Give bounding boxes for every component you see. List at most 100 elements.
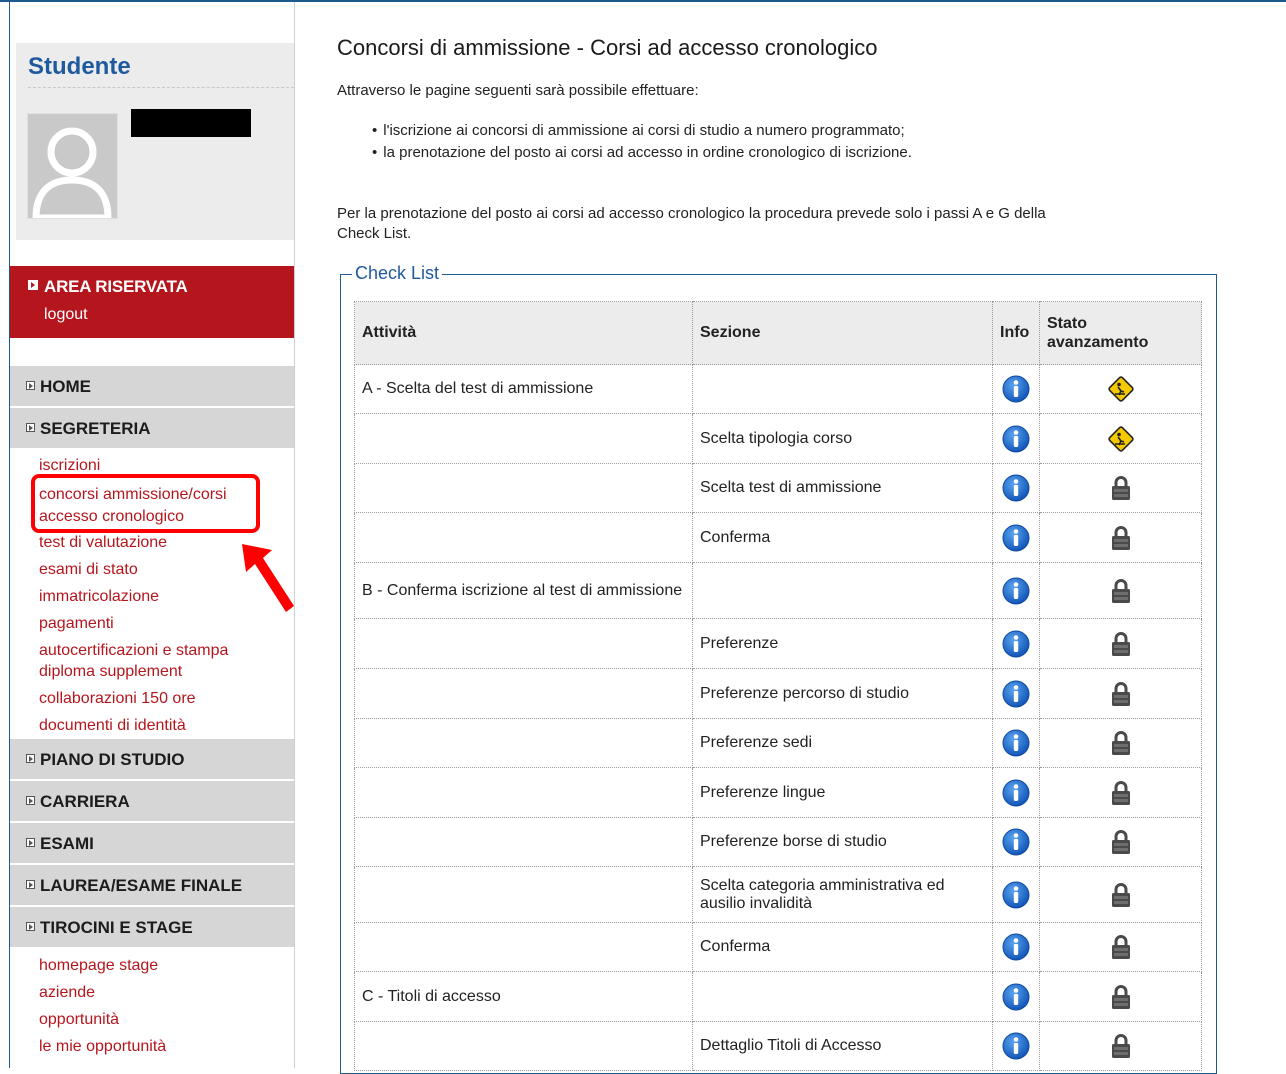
info-icon[interactable] (1002, 524, 1030, 552)
cell-info[interactable] (992, 767, 1040, 818)
info-icon[interactable] (1002, 881, 1030, 909)
menu-esami-label: ESAMI (40, 834, 94, 853)
cell-info[interactable] (992, 512, 1040, 563)
procedure-note: Per la prenotazione del posto ai corsi a… (337, 204, 1197, 244)
info-icon[interactable] (1002, 680, 1030, 708)
link-collaborazioni[interactable]: collaborazioni 150 ore (39, 688, 196, 709)
table-row: A - Scelta del test di ammissione (354, 364, 1202, 414)
link-aziende[interactable]: aziende (39, 982, 95, 1003)
cell-stato (1039, 971, 1202, 1022)
menu-segreteria-label: SEGRETERIA (40, 419, 151, 438)
link-esami-stato[interactable]: esami di stato (39, 559, 138, 580)
procedure-note-line: Per la prenotazione del posto ai corsi a… (337, 205, 1046, 222)
cell-stato (1039, 668, 1202, 719)
info-icon[interactable] (1002, 983, 1030, 1011)
cell-info[interactable] (992, 364, 1040, 414)
table-row: Scelta tipologia corso (354, 413, 1202, 464)
in-progress-icon (1107, 376, 1134, 402)
info-icon[interactable] (1002, 425, 1030, 453)
link-opportunita[interactable]: opportunità (39, 1009, 119, 1030)
info-icon[interactable] (1002, 1032, 1030, 1060)
header-stato: Stato avanzamento (1039, 301, 1202, 365)
info-icon[interactable] (1002, 577, 1030, 605)
cell-attivita (354, 1021, 693, 1071)
cell-info[interactable] (992, 971, 1040, 1022)
info-icon[interactable] (1002, 630, 1030, 658)
bullet-item: la prenotazione del posto ai corsi ad ac… (372, 142, 912, 164)
cell-attivita (354, 922, 693, 972)
link-pagamenti[interactable]: pagamenti (39, 613, 114, 634)
info-icon[interactable] (1002, 375, 1030, 403)
cell-sezione: Preferenze percorso di studio (692, 668, 993, 719)
menu-esami[interactable]: ESAMI (10, 823, 294, 864)
in-progress-icon (1107, 425, 1134, 452)
checklist-table: Attività Sezione Info Stato avanzamento … (354, 301, 1202, 1071)
cell-attivita (354, 463, 693, 513)
bullet-item: l'iscrizione ai concorsi di ammissione a… (372, 120, 912, 142)
cell-info[interactable] (992, 562, 1040, 619)
lock-icon (1111, 935, 1130, 959)
procedure-note-line: Check List. (337, 225, 412, 242)
lock-icon (1111, 578, 1130, 603)
table-row: Preferenze lingue (354, 767, 1202, 818)
cell-info[interactable] (992, 922, 1040, 972)
cell-sezione (692, 971, 993, 1022)
cell-stato (1039, 413, 1202, 464)
cell-stato (1039, 364, 1202, 414)
link-homepage-stage[interactable]: homepage stage (39, 955, 158, 976)
link-autocertificazioni[interactable]: autocertificazioni e stampa (39, 640, 228, 661)
link-iscrizioni[interactable]: iscrizioni (39, 455, 100, 476)
expand-icon (26, 754, 35, 763)
cell-info[interactable] (992, 413, 1040, 464)
cell-info[interactable] (992, 1021, 1040, 1071)
cell-info[interactable] (992, 668, 1040, 719)
bullet-list: l'iscrizione ai concorsi di ammissione a… (372, 120, 912, 164)
cell-attivita (354, 866, 693, 923)
info-icon[interactable] (1002, 779, 1030, 807)
link-test-valutazione[interactable]: test di valutazione (39, 532, 167, 553)
info-icon[interactable] (1002, 828, 1030, 856)
expand-icon (26, 423, 35, 432)
cell-sezione (692, 364, 993, 414)
cell-info[interactable] (992, 817, 1040, 867)
cell-stato (1039, 817, 1202, 867)
cell-sezione: Preferenze (692, 618, 993, 669)
user-silhouette-icon (32, 127, 112, 218)
cell-info[interactable] (992, 718, 1040, 768)
menu-carriera[interactable]: CARRIERA (10, 781, 294, 822)
menu-piano-studio[interactable]: PIANO DI STUDIO (10, 739, 294, 780)
lock-icon (1111, 681, 1130, 706)
avatar (27, 113, 118, 219)
link-documenti-identita[interactable]: documenti di identità (39, 715, 186, 736)
expand-icon (26, 381, 35, 390)
logout-link[interactable]: logout (44, 306, 88, 324)
lock-icon (1111, 631, 1130, 656)
link-diploma-supplement[interactable]: diploma supplement (39, 661, 182, 682)
menu-segreteria[interactable]: SEGRETERIA (10, 408, 294, 449)
lock-icon (1111, 882, 1130, 907)
header-sezione: Sezione (692, 301, 993, 365)
cell-attivita (354, 413, 693, 464)
area-riservata-title: AREA RISERVATA (28, 277, 188, 297)
cell-info[interactable] (992, 618, 1040, 669)
info-icon[interactable] (1002, 474, 1030, 502)
cell-info[interactable] (992, 866, 1040, 923)
cell-stato (1039, 1021, 1202, 1071)
lock-icon (1111, 525, 1130, 550)
cell-attivita (354, 767, 693, 818)
table-row: Preferenze sedi (354, 718, 1202, 768)
cell-sezione: Scelta categoria amministrativa ed ausil… (692, 866, 993, 923)
menu-tirocini[interactable]: TIROCINI E STAGE (10, 907, 294, 948)
cell-sezione: Scelta tipologia corso (692, 413, 993, 464)
link-mie-opportunita[interactable]: le mie opportunità (39, 1036, 166, 1057)
info-icon[interactable] (1002, 729, 1030, 757)
menu-laurea[interactable]: LAUREA/ESAME FINALE (10, 865, 294, 906)
cell-attivita (354, 668, 693, 719)
info-icon[interactable] (1002, 933, 1030, 961)
link-immatricolazione[interactable]: immatricolazione (39, 586, 159, 607)
menu-home-label: HOME (40, 377, 91, 396)
cell-info[interactable] (992, 463, 1040, 513)
cell-sezione: Preferenze sedi (692, 718, 993, 768)
menu-home[interactable]: HOME (10, 366, 294, 407)
cell-attivita: A - Scelta del test di ammissione (354, 364, 693, 414)
